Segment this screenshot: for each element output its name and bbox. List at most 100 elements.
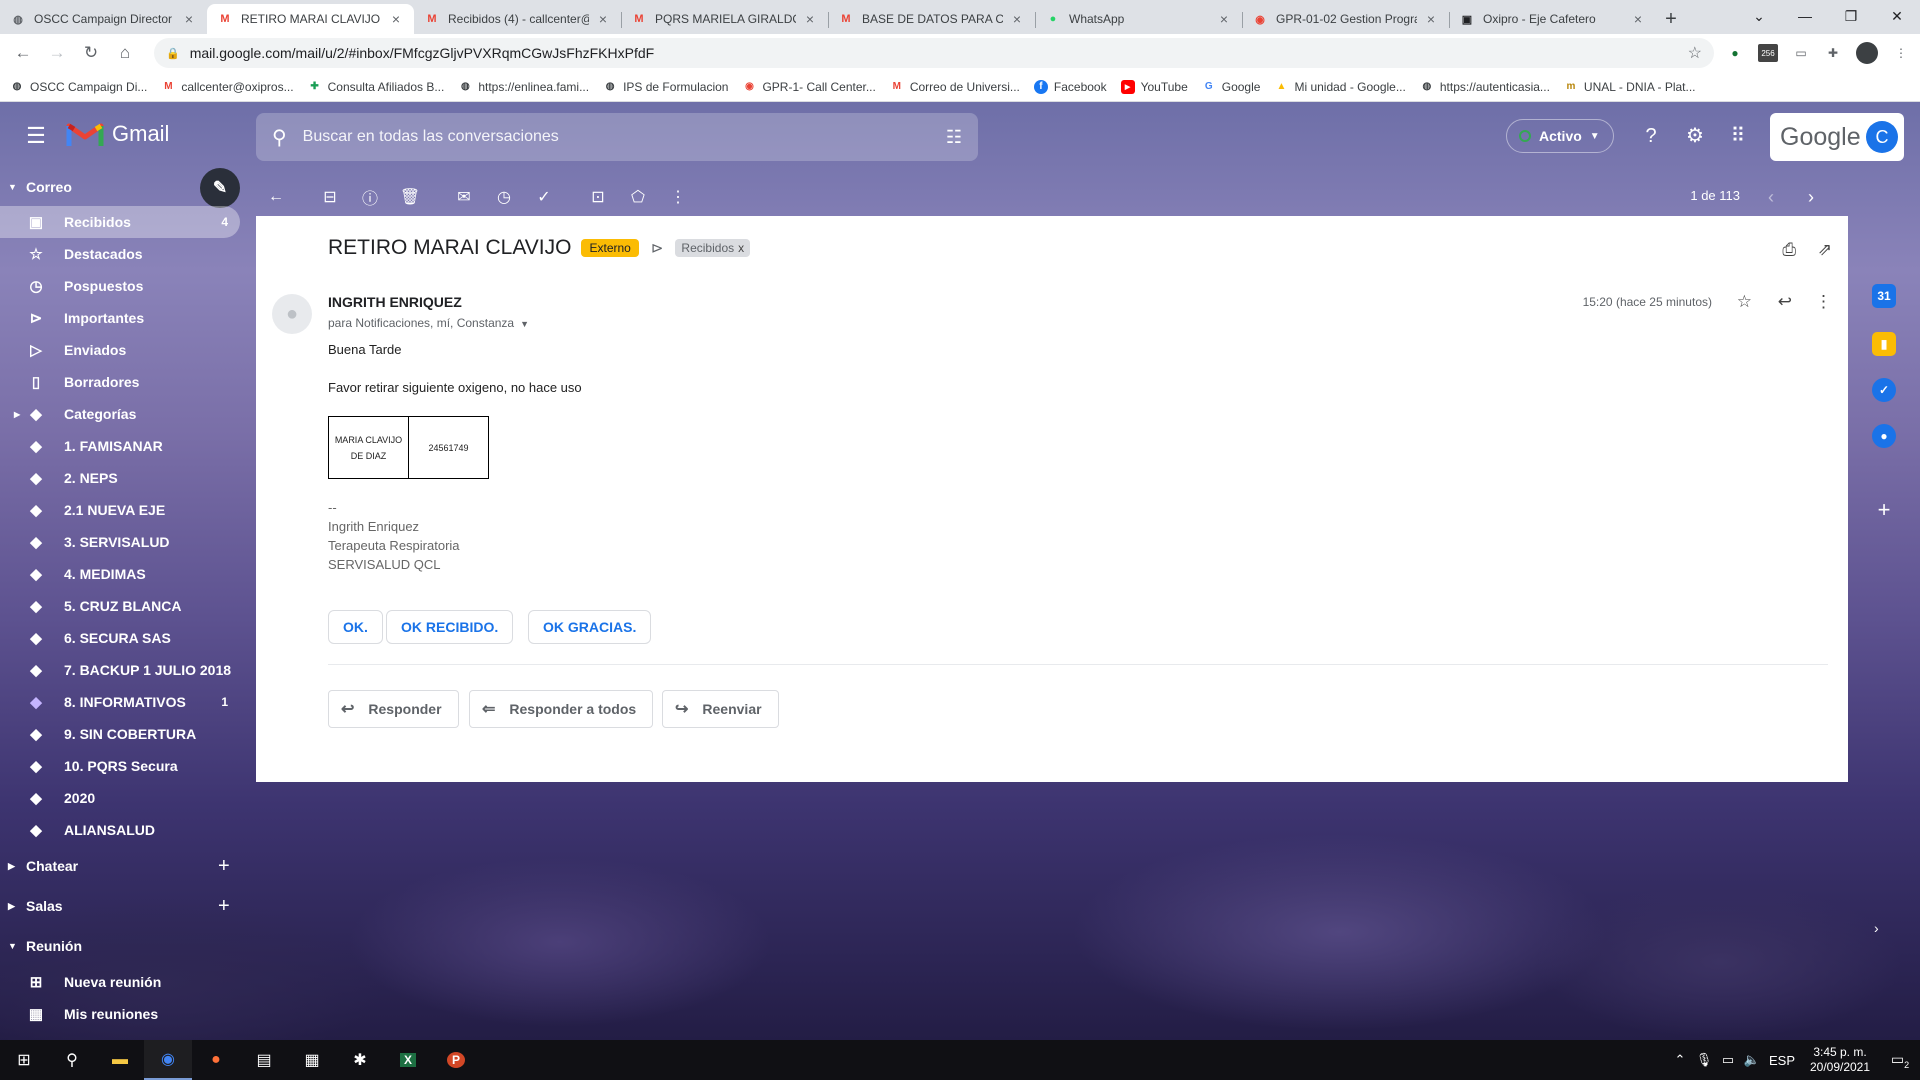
sidebar-label[interactable]: ◆ 1. FAMISANAR (0, 430, 240, 462)
sidebar-label[interactable]: ◆ 2.1 NUEVA EJE (0, 494, 240, 526)
move-to-icon[interactable]: ⊡ (578, 178, 618, 216)
sidebar-label[interactable]: ◆ 8. INFORMATIVOS 1 (0, 686, 240, 718)
caret-down-icon[interactable]: ▼ (520, 319, 529, 329)
avatar[interactable]: C (1866, 121, 1898, 153)
firefox-icon[interactable]: ● (192, 1040, 240, 1080)
report-spam-icon[interactable]: ⓘ (350, 178, 390, 216)
forward-button[interactable]: ↪ Reenviar (662, 690, 779, 728)
search-icon[interactable]: ⚲ (272, 125, 287, 150)
bookmark[interactable]: ✚ Consulta Afiliados B... (308, 80, 444, 94)
keep-app-icon[interactable]: ▮ (1872, 332, 1896, 356)
extension-icon[interactable]: ▭ (1792, 44, 1810, 62)
close-window-icon[interactable]: ✕ (1874, 0, 1920, 32)
language-indicator[interactable]: ESP (1764, 1053, 1800, 1068)
more-icon[interactable]: ⋮ (1815, 292, 1832, 312)
lock-icon[interactable]: 🔒 (166, 47, 180, 60)
sidebar-label[interactable]: ◆ 3. SERVISALUD (0, 526, 240, 558)
search-input[interactable]: ⚲ Buscar en todas las conversaciones ☷ (256, 113, 978, 161)
microphone-icon[interactable]: 🎙 (1692, 1052, 1716, 1068)
bookmark[interactable]: G Google (1202, 80, 1261, 94)
windows-start-icon[interactable]: ⊞ (0, 1040, 48, 1080)
bookmark[interactable]: ▲ Mi unidad - Google... (1274, 80, 1406, 94)
puzzle-icon[interactable]: ✚ (1824, 44, 1842, 62)
sidebar-label[interactable]: ◆ 5. CRUZ BLANCA (0, 590, 240, 622)
bookmark[interactable]: ▶ YouTube (1120, 79, 1188, 94)
browser-tab[interactable]: ● WhatsApp × (1035, 4, 1242, 34)
sidebar-section-correo[interactable]: ▼ Correo ✎ (0, 168, 256, 208)
more-icon[interactable]: ⋮ (658, 178, 698, 216)
network-icon[interactable]: ▭ (1716, 1052, 1740, 1068)
app-icon[interactable]: ▤ (240, 1040, 288, 1080)
chrome-icon[interactable]: ◉ (144, 1040, 192, 1080)
tasks-app-icon[interactable]: ✓ (1872, 378, 1896, 402)
bookmark-star-icon[interactable]: ☆ (1688, 43, 1702, 63)
smart-reply-button[interactable]: OK. (328, 610, 383, 644)
bookmark[interactable]: ◉ GPR-1- Call Center... (742, 80, 876, 94)
chevron-right-icon[interactable]: › (1796, 182, 1826, 212)
search-options-icon[interactable]: ☷ (946, 127, 962, 148)
sidebar-item-new-meeting[interactable]: ⊞ Nueva reunión (0, 966, 240, 998)
star-icon[interactable]: ☆ (1737, 292, 1752, 312)
close-tab-icon[interactable]: × (802, 11, 818, 27)
excel-icon[interactable]: X (384, 1040, 432, 1080)
sidebar-item-borradores[interactable]: ▯ Borradores (0, 366, 240, 398)
profile-avatar[interactable] (1856, 42, 1878, 64)
open-new-window-icon[interactable]: ⇗ (1818, 240, 1832, 260)
sidebar-item-enviados[interactable]: ▷ Enviados (0, 334, 240, 366)
menu-dots-icon[interactable]: ⋮ (1892, 44, 1910, 62)
contacts-app-icon[interactable]: ● (1872, 424, 1896, 448)
important-marker-icon[interactable]: ⊳ (651, 239, 664, 257)
close-tab-icon[interactable]: × (595, 11, 611, 27)
sidebar-item-destacados[interactable]: ☆ Destacados (0, 238, 240, 270)
bookmark[interactable]: Mcallcenter@oxipros... (161, 80, 293, 94)
close-tab-icon[interactable]: × (181, 11, 197, 27)
recipients[interactable]: para Notificaciones, mí, Constanza ▼ (328, 316, 529, 330)
sidebar-label[interactable]: ◆ 10. PQRS Secura (0, 750, 240, 782)
sidebar-label[interactable]: ◆ 4. MEDIMAS (0, 558, 240, 590)
bookmark[interactable]: ◍ https://autenticasia... (1420, 80, 1549, 94)
file-explorer-icon[interactable]: ▬ (96, 1040, 144, 1080)
close-tab-icon[interactable]: × (388, 11, 404, 27)
compose-button[interactable]: ✎ (200, 168, 240, 208)
search-icon[interactable]: ⚲ (48, 1040, 96, 1080)
add-room-icon[interactable]: + (218, 895, 230, 918)
label-icon[interactable]: ⬠ (618, 178, 658, 216)
reload-icon[interactable]: ↻ (76, 38, 106, 68)
bookmark[interactable]: ◍ https://enlinea.fami... (458, 80, 589, 94)
url-field[interactable]: 🔒 mail.google.com/mail/u/2/#inbox/FMfcgz… (154, 38, 1714, 68)
sidebar-item-importantes[interactable]: ⊳ Importantes (0, 302, 240, 334)
chevron-left-icon[interactable]: ‹ (1756, 182, 1786, 212)
show-hidden-icons-icon[interactable]: ⌃ (1668, 1052, 1692, 1068)
powerpoint-icon[interactable]: P (432, 1040, 480, 1080)
extension-badge-icon[interactable]: 256 (1758, 44, 1778, 62)
extension-icon[interactable]: ● (1726, 44, 1744, 62)
bookmark[interactable]: M Correo de Universi... (890, 80, 1020, 94)
forward-icon[interactable]: → (42, 38, 72, 68)
caret-right-icon[interactable]: ▶ (14, 410, 20, 419)
close-tab-icon[interactable]: × (1216, 11, 1232, 27)
browser-tab-active[interactable]: M RETIRO MARAI CLAVIJO - c × (207, 4, 414, 34)
snooze-icon[interactable]: ◷ (484, 178, 524, 216)
apps-grid-icon[interactable]: ⠿ (1725, 123, 1751, 149)
add-chat-icon[interactable]: + (218, 855, 230, 878)
back-to-inbox-icon[interactable]: ← (256, 178, 296, 216)
sidebar-item-my-meetings[interactable]: ▦ Mis reuniones (0, 998, 240, 1030)
sidebar-item-categorias[interactable]: ▶ ◆ Categorías (0, 398, 240, 430)
remove-label-icon[interactable]: x (738, 241, 744, 255)
archive-icon[interactable]: ⊟ (310, 178, 350, 216)
sender-name[interactable]: INGRITH ENRIQUEZ (328, 294, 462, 310)
notifications-icon[interactable]: ▭2 (1880, 1051, 1920, 1070)
smart-reply-button[interactable]: OK GRACIAS. (528, 610, 652, 644)
reply-all-button[interactable]: ⇐ Responder a todos (469, 690, 654, 728)
new-tab-button[interactable]: + (1656, 4, 1686, 34)
bookmark[interactable]: ◍ IPS de Formulacion (603, 80, 729, 94)
home-icon[interactable]: ⌂ (110, 38, 140, 68)
status-selector[interactable]: Activo ▼ (1506, 119, 1614, 153)
browser-tab[interactable]: ◉ GPR-01-02 Gestion Progra × (1242, 4, 1449, 34)
add-task-icon[interactable]: ✓ (524, 178, 564, 216)
sidebar-section-meet[interactable]: ▼ Reunión (0, 926, 256, 966)
reply-button[interactable]: ↩ Responder (328, 690, 459, 728)
help-icon[interactable]: ? (1638, 123, 1664, 149)
calculator-icon[interactable]: ▦ (288, 1040, 336, 1080)
smart-reply-button[interactable]: OK RECIBIDO. (386, 610, 514, 644)
